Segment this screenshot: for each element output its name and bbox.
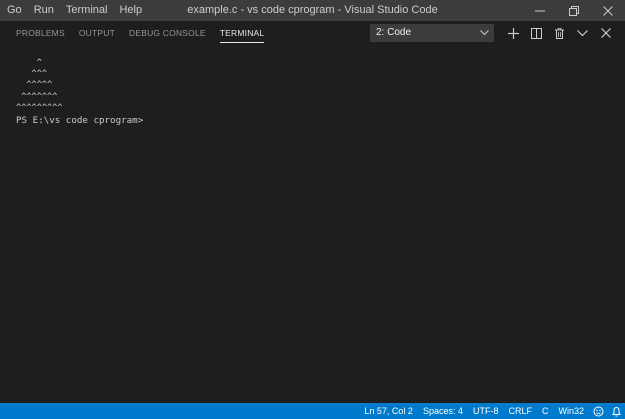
close-icon [600, 28, 611, 38]
chevron-down-icon [577, 29, 588, 36]
terminal-line: ^^^^^ [16, 80, 53, 91]
menu-run[interactable]: Run [28, 0, 60, 21]
cursor-position[interactable]: Ln 57, Col 2 [359, 403, 418, 419]
feedback-button[interactable] [589, 403, 607, 419]
close-window-button[interactable] [591, 0, 625, 21]
status-bar: Ln 57, Col 2 Spaces: 4 UTF-8 CRLF C Win3… [0, 403, 625, 419]
prompt-text: PS E:\vs code cprogram> [16, 114, 149, 126]
close-panel-button[interactable] [594, 24, 617, 42]
terminal-line: ^ [16, 58, 42, 68]
menu-go[interactable]: Go [0, 0, 28, 21]
tab-problems[interactable]: PROBLEMS [16, 21, 65, 46]
trash-icon [555, 27, 564, 39]
terminal-line: ^^^ [16, 69, 48, 80]
menu-help[interactable]: Help [113, 0, 148, 21]
file-encoding[interactable]: UTF-8 [468, 403, 504, 419]
terminal-line: ^^^^^^^ [16, 91, 58, 102]
split-terminal-button[interactable] [525, 24, 548, 42]
split-icon [531, 27, 542, 39]
platform-config[interactable]: Win32 [553, 403, 589, 419]
terminal-select-value: 2: Code [376, 27, 412, 38]
minimize-button[interactable] [523, 0, 557, 21]
feedback-icon [593, 406, 603, 416]
panel-tabs: PROBLEMS OUTPUT DEBUG CONSOLE TERMINAL [9, 21, 271, 46]
language-mode[interactable]: C [537, 403, 554, 419]
plus-icon [508, 27, 519, 39]
minimize-icon [535, 10, 545, 11]
terminal-line: ^^^^^^^^^ [16, 102, 63, 113]
close-icon [603, 5, 613, 16]
menu-bar: Go Run Terminal Help [0, 0, 148, 21]
window-controls [523, 0, 625, 21]
chevron-down-icon [480, 24, 489, 42]
end-of-line[interactable]: CRLF [503, 403, 537, 419]
bell-icon [611, 406, 621, 416]
terminal-output[interactable]: ^ ^^^ ^^^^^ ^^^^^^^ ^^^^^^^^^ PS E:\vs c… [16, 58, 149, 127]
tab-debug-console[interactable]: DEBUG CONSOLE [129, 21, 206, 46]
panel-header: PROBLEMS OUTPUT DEBUG CONSOLE TERMINAL 2… [0, 21, 625, 46]
maximize-panel-button[interactable] [571, 24, 594, 42]
terminal-select[interactable]: 2: Code [370, 24, 494, 42]
terminal-prompt: PS E:\vs code cprogram> [16, 115, 149, 127]
new-terminal-button[interactable] [502, 24, 525, 42]
indentation[interactable]: Spaces: 4 [418, 403, 468, 419]
restore-icon [569, 5, 579, 16]
panel-actions [502, 24, 617, 42]
notifications-button[interactable] [607, 403, 625, 419]
status-bar-right: Ln 57, Col 2 Spaces: 4 UTF-8 CRLF C Win3… [359, 403, 625, 419]
restore-button[interactable] [557, 0, 591, 21]
vscode-window: Go Run Terminal Help example.c - vs code… [0, 0, 625, 419]
title-bar: Go Run Terminal Help example.c - vs code… [0, 0, 625, 21]
tab-terminal[interactable]: TERMINAL [219, 21, 265, 46]
tab-output[interactable]: OUTPUT [79, 21, 115, 46]
menu-terminal[interactable]: Terminal [60, 0, 114, 21]
kill-terminal-button[interactable] [548, 24, 571, 42]
